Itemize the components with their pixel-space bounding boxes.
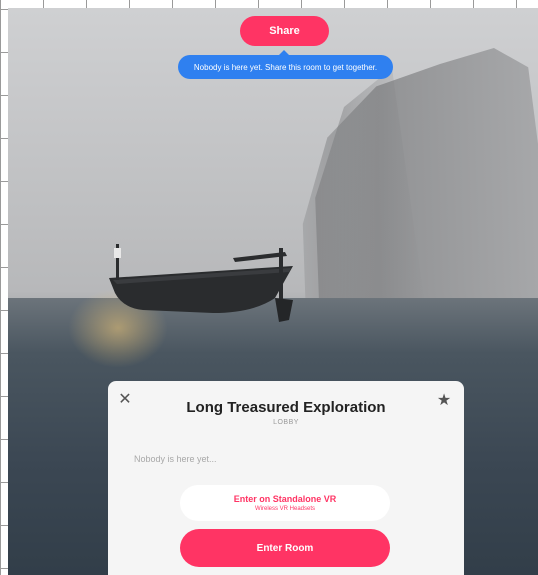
enter-room-button[interactable]: Enter Room <box>180 529 390 567</box>
lobby-panel: ✕ ★ Long Treasured Exploration LOBBY Nob… <box>108 381 464 575</box>
standalone-vr-label: Enter on Standalone VR <box>233 494 337 504</box>
share-tooltip: Nobody is here yet. Share this room to g… <box>178 50 393 79</box>
lobby-label: LOBBY <box>273 419 299 426</box>
boat-model <box>109 244 293 322</box>
standalone-vr-sublabel: Wireless VR Headsets <box>254 506 316 512</box>
room-title: Long Treasured Exploration <box>186 399 386 416</box>
empty-presence-message: Nobody is here yet... <box>134 454 217 464</box>
enter-standalone-vr-button[interactable]: Enter on Standalone VR Wireless VR Heads… <box>180 485 390 521</box>
share-button[interactable]: Share <box>240 16 329 46</box>
